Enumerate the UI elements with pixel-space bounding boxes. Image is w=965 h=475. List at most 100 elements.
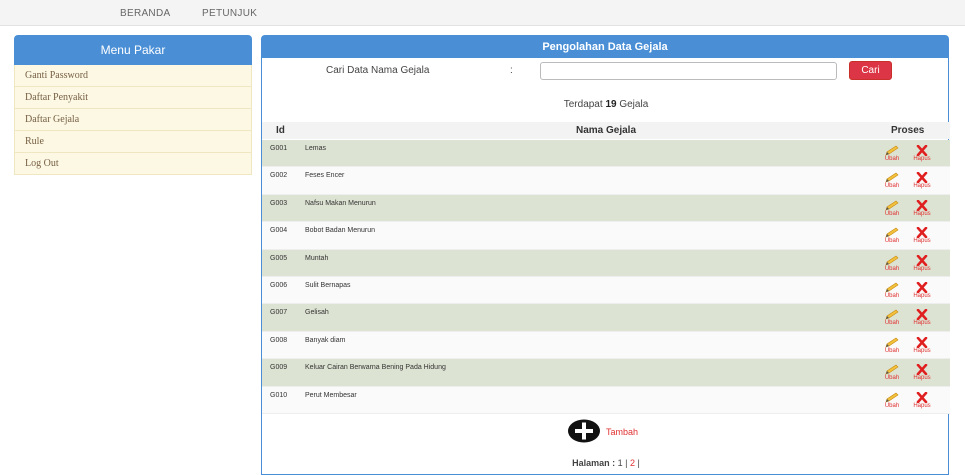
cell-id: G005 — [270, 254, 288, 262]
cell-name: Lemas — [305, 145, 327, 152]
search-label: Cari Data Nama Gejala — [326, 65, 430, 76]
cell-name: Perut Membesar — [305, 391, 357, 399]
pencil-icon — [879, 172, 905, 183]
search-button[interactable]: Cari — [849, 61, 892, 80]
delete-label: Hapus — [913, 210, 931, 217]
delete-button[interactable]: Hapus — [909, 254, 935, 273]
add-label: Tambah — [606, 427, 639, 437]
page-separator: | — [637, 458, 640, 468]
close-icon — [909, 309, 935, 321]
close-icon — [909, 254, 935, 266]
cell-name: Keluar Cairan Berwarna Bening Pada Hidun… — [305, 364, 446, 372]
pagination: Halaman : 1 | 2 | — [262, 458, 950, 468]
pencil-icon — [879, 255, 905, 266]
edit-button[interactable]: Ubah — [879, 145, 905, 163]
search-input[interactable] — [540, 62, 837, 80]
sidebar-item-ganti-password[interactable]: Ganti Password — [14, 65, 252, 87]
cell-id: G006 — [270, 281, 288, 289]
edit-button[interactable]: Ubah — [879, 172, 905, 190]
sidebar-item-daftar-penyakit[interactable]: Daftar Penyakit — [14, 87, 252, 109]
delete-button[interactable]: Hapus — [909, 364, 935, 382]
delete-label: Hapus — [913, 320, 931, 327]
cell-id: G009 — [270, 364, 288, 372]
delete-button[interactable]: Hapus — [909, 391, 935, 410]
nav-beranda-link[interactable]: BERANDA — [120, 8, 170, 19]
edit-button[interactable]: Ubah — [879, 364, 905, 382]
delete-label: Hapus — [913, 292, 931, 299]
delete-button[interactable]: Hapus — [909, 281, 935, 300]
cell-name: Bobot Badan Menurun — [305, 227, 376, 235]
edit-button[interactable]: Ubah — [879, 309, 905, 327]
delete-button[interactable]: Hapus — [909, 145, 935, 163]
table-body: G001 Lemas Ubah Hapus G002 Feses Encer Ubah Hap… — [262, 140, 950, 414]
close-icon — [909, 145, 935, 156]
edit-button[interactable]: Ubah — [879, 227, 905, 245]
edit-label: Ubah — [884, 402, 900, 409]
sidebar-item-logout[interactable]: Log Out — [14, 153, 252, 175]
pencil-icon — [879, 282, 905, 293]
count-prefix: Terdapat — [563, 99, 603, 110]
cell-id: G007 — [270, 309, 288, 317]
nav-petunjuk-link[interactable]: PETUNJUK — [202, 8, 257, 19]
delete-button[interactable]: Hapus — [909, 336, 935, 355]
close-icon — [909, 199, 935, 211]
cell-name: Feses Encer — [305, 172, 345, 180]
edit-button[interactable]: Ubah — [879, 255, 905, 273]
search-colon: : — [510, 65, 513, 76]
count-number: 19 — [605, 99, 617, 110]
edit-button[interactable]: Ubah — [879, 282, 905, 300]
table-row: G005 Muntah Ubah Hapus — [262, 249, 950, 277]
sidebar-title: Menu Pakar — [14, 35, 252, 65]
edit-button[interactable]: Ubah — [879, 337, 905, 355]
edit-label: Ubah — [884, 210, 900, 217]
close-icon — [909, 281, 935, 293]
close-icon — [909, 364, 935, 376]
table-row: G009 Keluar Cairan Berwarna Bening Pada H… — [262, 359, 950, 387]
edit-label: Ubah — [884, 265, 900, 272]
edit-button[interactable]: Ubah — [879, 392, 905, 410]
table-row: G006 Sulit Bernapas Ubah Hapus — [262, 276, 950, 305]
cell-name: Gelisah — [305, 309, 329, 317]
cell-name: Sulit Bernapas — [305, 281, 351, 289]
page-1-link[interactable]: 1 — [618, 458, 623, 468]
cell-id: G008 — [270, 336, 288, 344]
pencil-icon — [879, 145, 905, 156]
gejala-count: Terdapat 19 Gejala — [262, 99, 950, 110]
edit-button[interactable]: Ubah — [879, 200, 905, 218]
delete-button[interactable]: Hapus — [909, 199, 935, 218]
delete-label: Hapus — [913, 375, 931, 382]
delete-button[interactable]: Hapus — [909, 309, 935, 327]
cell-id: G010 — [270, 391, 288, 399]
edit-label: Ubah — [884, 156, 900, 162]
top-navbar: BERANDA PETUNJUK — [0, 0, 965, 26]
sidebar-menu: Menu Pakar Ganti Password Daftar Penyaki… — [14, 35, 252, 175]
edit-label: Ubah — [884, 238, 900, 245]
table-row: G007 Gelisah Ubah Hapus — [262, 304, 950, 332]
table-header: Id Nama Gejala Proses — [262, 122, 950, 139]
delete-button[interactable]: Hapus — [909, 172, 935, 190]
panel-title: Pengolahan Data Gejala — [262, 36, 948, 58]
pencil-icon — [879, 337, 905, 348]
cell-name: Muntah — [305, 254, 329, 262]
delete-button[interactable]: Hapus — [909, 227, 935, 245]
delete-label: Hapus — [913, 156, 931, 162]
table-row: G003 Nafsu Makan Menurun Ubah Hapus — [262, 194, 950, 223]
cell-id: G001 — [270, 145, 288, 152]
cell-id: G003 — [270, 199, 288, 207]
plus-circle-icon — [568, 419, 600, 443]
table-row: G004 Bobot Badan Menurun Ubah Hapus — [262, 222, 950, 250]
table-row: G008 Banyak diam Ubah Hapus — [262, 331, 950, 360]
cell-id: G002 — [270, 172, 288, 180]
sidebar-item-daftar-gejala[interactable]: Daftar Gejala — [14, 109, 252, 131]
sidebar-item-rule[interactable]: Rule — [14, 131, 252, 153]
gejala-panel: Pengolahan Data Gejala Cari Data Nama Ge… — [261, 35, 950, 475]
page-2-link[interactable]: 2 — [630, 458, 635, 468]
close-icon — [909, 172, 935, 184]
cell-name: Nafsu Makan Menurun — [305, 199, 376, 207]
edit-label: Ubah — [884, 292, 900, 299]
delete-label: Hapus — [913, 265, 931, 272]
close-icon — [909, 336, 935, 348]
cell-id: G004 — [270, 227, 288, 235]
edit-label: Ubah — [884, 375, 900, 382]
pencil-icon — [879, 227, 905, 238]
